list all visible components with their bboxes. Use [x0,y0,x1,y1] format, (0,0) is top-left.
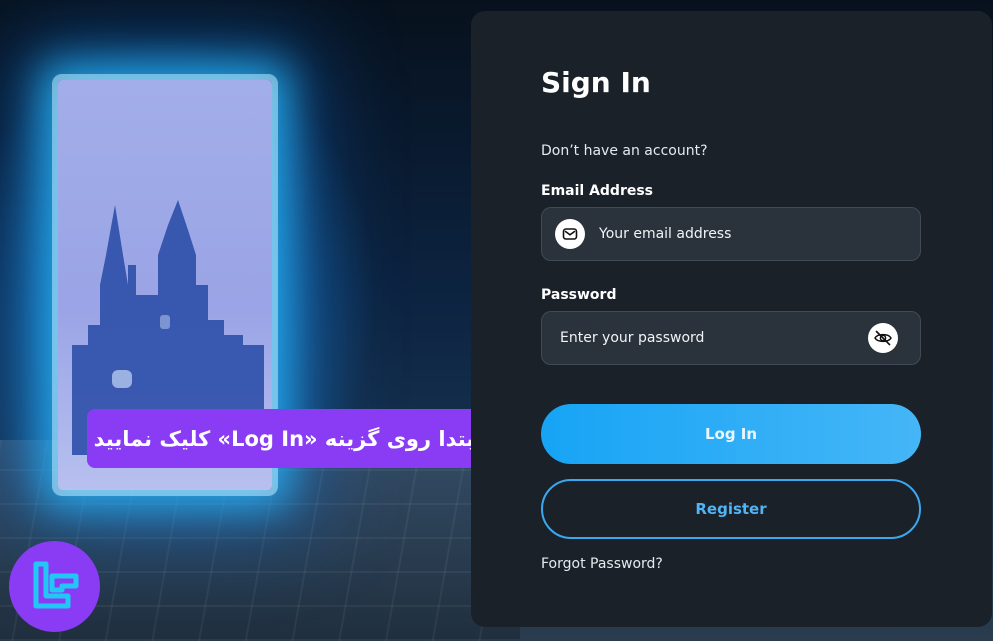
signin-card: Sign In Don’t have an account? Email Add… [471,11,992,627]
register-button-label: Register [695,500,767,518]
password-field[interactable] [541,311,921,365]
password-label: Password [541,287,617,303]
no-account-text[interactable]: Don’t have an account? [541,143,708,159]
login-button-label: Log In [704,425,758,443]
email-label: Email Address [541,183,654,199]
brand-logo [9,541,100,632]
register-button[interactable]: Register [541,479,921,539]
eye-off-icon[interactable] [868,323,898,353]
login-button[interactable]: Log In [541,404,921,464]
email-input[interactable] [585,208,920,260]
mail-icon [555,219,585,249]
page-title: Sign In [541,66,651,99]
password-input[interactable] [542,312,868,364]
brand-logo-icon [33,561,78,608]
caption-text: ابتدا روی گزینه «Log In» کلیک نمایید [93,426,482,451]
email-field[interactable] [541,207,921,261]
forgot-password-link[interactable]: Forgot Password? [541,556,663,572]
instruction-caption: ابتدا روی گزینه «Log In» کلیک نمایید [87,409,488,468]
